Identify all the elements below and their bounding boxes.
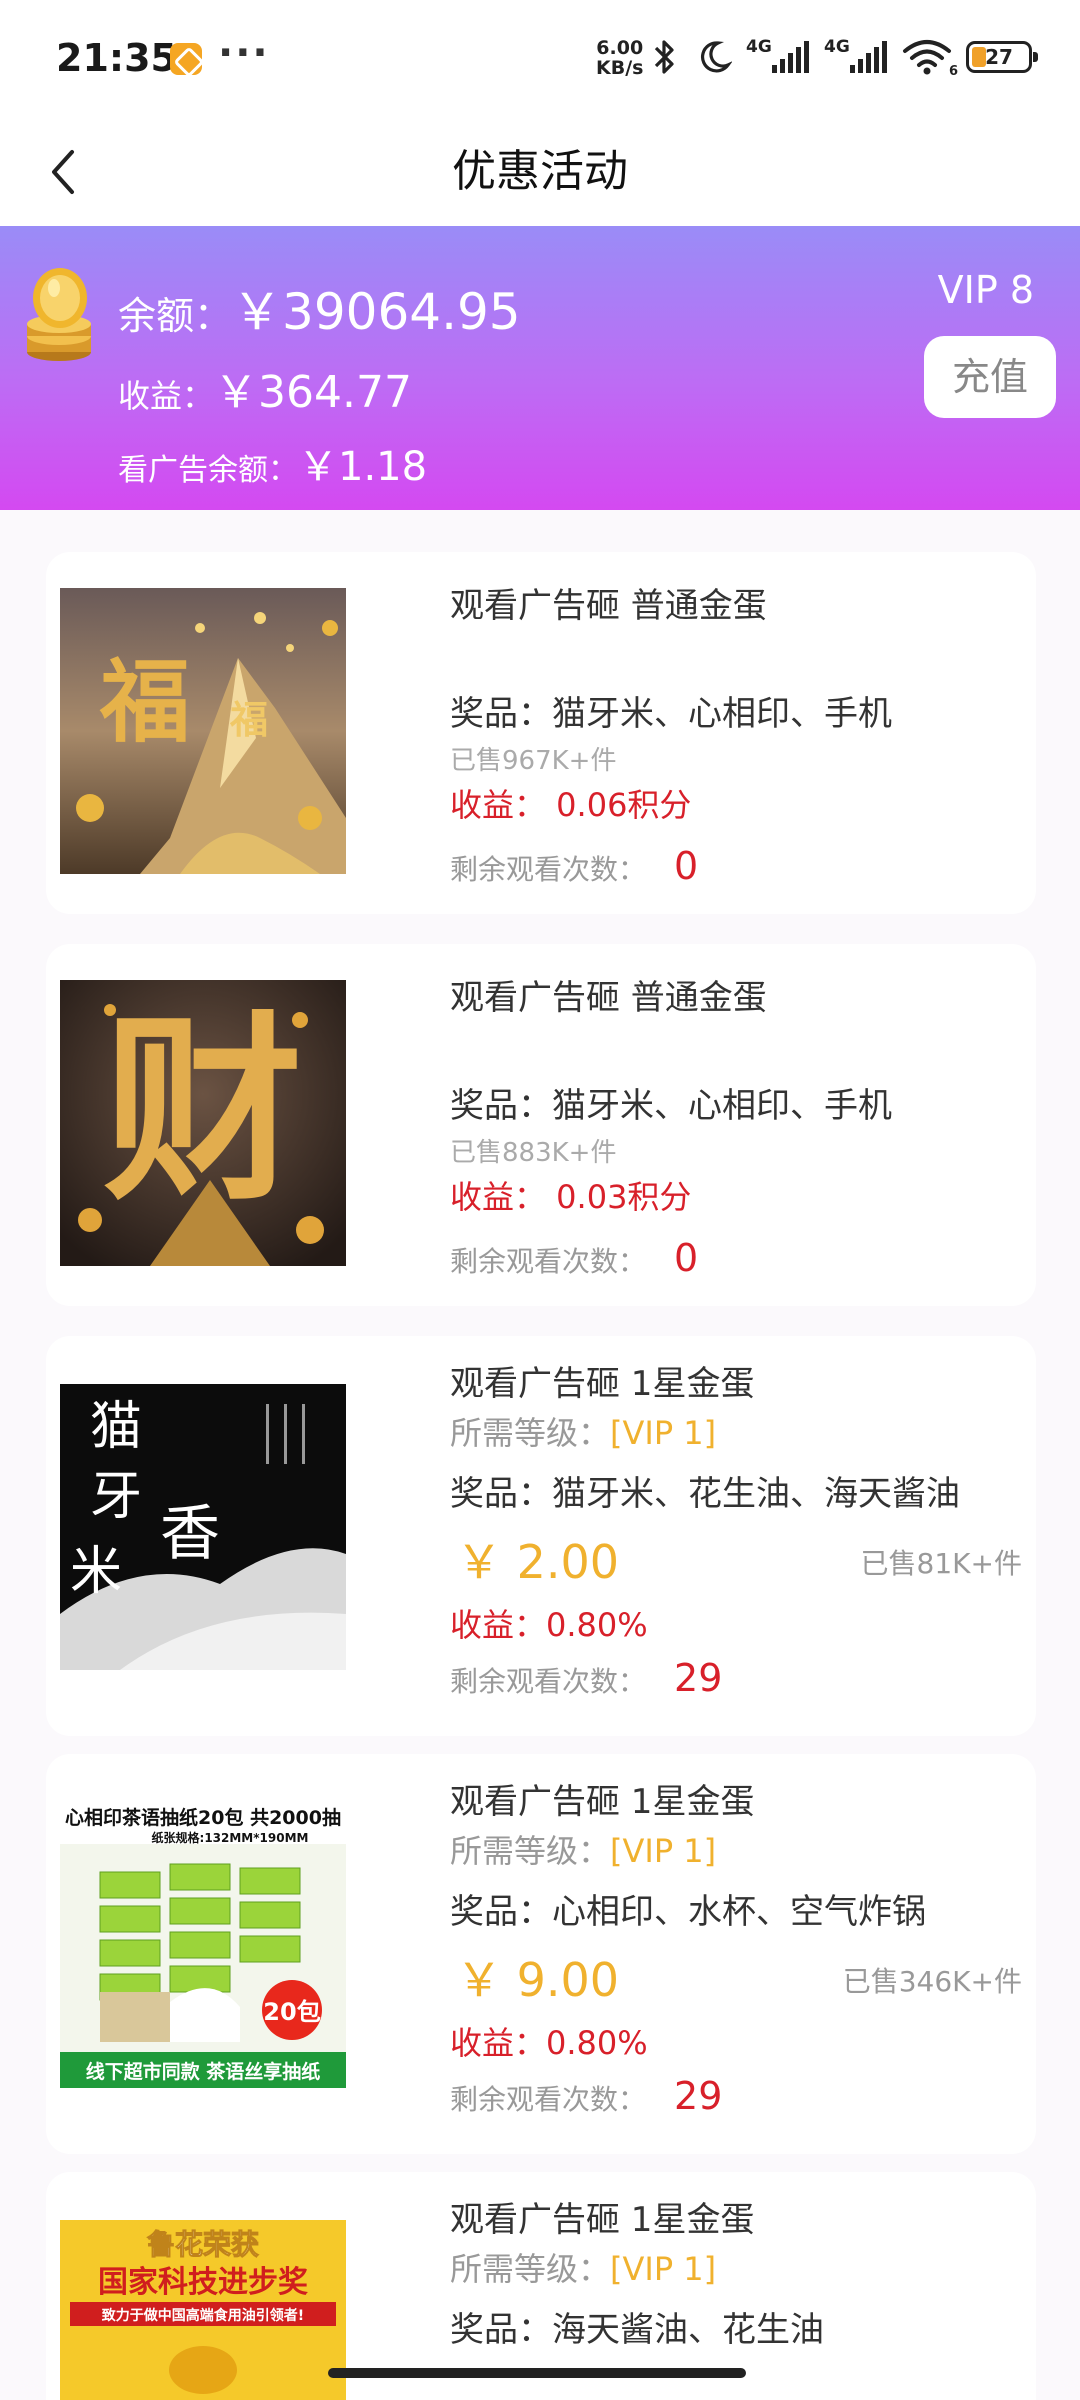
balance-row: 余额：￥39064.95 — [118, 272, 521, 344]
more-notifications-icon: ··· — [218, 30, 270, 76]
remaining-views-count: 29 — [674, 2074, 723, 2118]
status-time: 21:35 — [56, 36, 177, 80]
remaining-views-label: 剩余观看次数： — [450, 2083, 647, 2116]
signal-1-icon: 4G — [746, 37, 810, 77]
required-level: 所需等级：[VIP 1] — [450, 1408, 716, 1454]
product-card[interactable]: 福 福 观看广告砸 普通金蛋 奖品：猫牙米、心相印、手机 已售967K+件 收益… — [46, 552, 1036, 914]
gold-coins-icon — [27, 268, 91, 361]
remaining-views-label: 剩余观看次数： — [450, 853, 647, 886]
fu-character-small: 福 — [229, 697, 268, 742]
product-income: 收益： 0.03积分 — [450, 1178, 692, 1216]
product-image: 心相印茶语抽纸20包 共2000抽 纸张规格:132MM*190MM 20包 线… — [60, 1802, 346, 2088]
product-prize: 奖品：海天酱油、花生油 — [450, 2310, 824, 2350]
required-level: 所需等级：[VIP 1] — [450, 2244, 716, 2290]
battery-icon: 27 — [966, 41, 1038, 73]
ad-balance-label: 看广告余额： — [118, 453, 298, 488]
required-level-label: 所需等级： — [450, 1414, 611, 1452]
income-value: ￥364.77 — [214, 367, 412, 418]
product-image: 猫 牙 香 米 — [60, 1384, 346, 1670]
fu-character: 福 — [99, 649, 190, 755]
rice-char-1: 猫 — [90, 1397, 142, 1457]
bluetooth-icon — [654, 40, 674, 74]
product-income: 收益：0.80% — [450, 1606, 648, 1644]
tissue-footer: 线下超市同款 茶语丝享抽纸 — [86, 2060, 321, 2083]
ad-balance-value: ￥1.18 — [298, 444, 428, 490]
gesture-home-bar[interactable] — [328, 2368, 746, 2378]
required-level-label: 所需等级： — [450, 2250, 611, 2288]
product-title: 观看广告砸 普通金蛋 — [450, 586, 767, 626]
network-speed: 6.00 KB/s — [596, 38, 643, 78]
page-title: 优惠活动 — [452, 146, 628, 197]
rice-char-3: 香 — [160, 1499, 220, 1569]
nav-header: 优惠活动 — [0, 118, 1080, 226]
do-not-disturb-moon-icon — [701, 41, 732, 73]
product-title: 观看广告砸 1星金蛋 — [450, 1364, 755, 1404]
vip-level-badge: VIP 8 — [937, 268, 1034, 312]
tissue-badge: 20包 — [263, 1998, 320, 2026]
product-card[interactable]: 心相印茶语抽纸20包 共2000抽 纸张规格:132MM*190MM 20包 线… — [46, 1754, 1036, 2154]
product-title: 观看广告砸 1星金蛋 — [450, 2200, 755, 2240]
network-speed-unit: KB/s — [596, 57, 644, 79]
product-sold: 已售346K+件 — [842, 1965, 1022, 1998]
product-sold: 已售883K+件 — [450, 1138, 617, 1168]
product-image: 福 福 — [60, 588, 346, 874]
cai-character: 财 — [103, 993, 303, 1228]
balance-value: ￥39064.95 — [232, 283, 521, 341]
income-row: 收益：￥364.77 — [118, 356, 412, 420]
remaining-views: 剩余观看次数： 0 — [450, 1236, 698, 1280]
remaining-views-count: 0 — [674, 844, 699, 888]
product-income: 收益：0.80% — [450, 2024, 648, 2062]
balance-banner: 余额：￥39064.95 收益：￥364.77 看广告余额：￥1.18 VIP … — [0, 226, 1080, 510]
network-speed-value: 6.00 — [596, 37, 644, 59]
status-bar: 21:35 ··· 6.00 KB/s 4G 4G 6 27 — [0, 0, 1080, 118]
product-image: 鲁花荣获 国家科技进步奖 致力于做中国高端食用油引领者! — [60, 2220, 346, 2400]
income-label: 收益： — [118, 377, 215, 415]
product-prize: 奖品：猫牙米、心相印、手机 — [450, 694, 892, 734]
balance-label: 余额： — [118, 294, 233, 338]
required-level-label: 所需等级： — [450, 1832, 611, 1870]
oil-line-1: 鲁花荣获 — [147, 2228, 259, 2261]
remaining-views-count: 29 — [674, 1656, 723, 1700]
oil-line-2: 国家科技进步奖 — [98, 2265, 308, 2300]
product-card[interactable]: 鲁花荣获 国家科技进步奖 致力于做中国高端食用油引领者! 观看广告砸 1星金蛋 … — [46, 2172, 1036, 2400]
remaining-views: 剩余观看次数： 0 — [450, 844, 698, 888]
product-price: ￥ 2.00 — [456, 1535, 620, 1589]
remaining-views-label: 剩余观看次数： — [450, 1245, 647, 1278]
product-title: 观看广告砸 普通金蛋 — [450, 978, 767, 1018]
remaining-views-count: 0 — [674, 1236, 699, 1280]
rice-char-4: 米 — [70, 1542, 122, 1602]
remaining-views: 剩余观看次数： 29 — [450, 1656, 722, 1700]
product-sold: 已售81K+件 — [860, 1547, 1022, 1580]
product-prize: 奖品：猫牙米、心相印、手机 — [450, 1086, 892, 1126]
wifi-level: 6 — [948, 64, 958, 79]
product-prize: 奖品：心相印、水杯、空气炸锅 — [450, 1892, 926, 1932]
recharge-button[interactable]: 充值 — [924, 336, 1056, 418]
product-price: ￥ 9.00 — [456, 1953, 620, 2007]
product-sold: 已售967K+件 — [450, 746, 617, 776]
oil-line-3: 致力于做中国高端食用油引领者! — [102, 2307, 304, 2324]
required-level-value: [VIP 1] — [610, 2250, 717, 2288]
remaining-views-label: 剩余观看次数： — [450, 1665, 647, 1698]
product-card[interactable]: 财 观看广告砸 普通金蛋 奖品：猫牙米、心相印、手机 已售883K+件 收益： … — [46, 944, 1036, 1306]
tissue-spec: 纸张规格:132MM*190MM — [152, 1830, 309, 1845]
required-level-value: [VIP 1] — [610, 1832, 717, 1870]
ad-balance-row: 看广告余额：￥1.18 — [118, 434, 427, 492]
product-prize: 奖品：猫牙米、花生油、海天酱油 — [450, 1474, 960, 1514]
app-notification-icon — [170, 43, 202, 75]
battery-level: 27 — [985, 45, 1013, 69]
product-card[interactable]: 猫 牙 香 米 观看广告砸 1星金蛋 所需等级：[VIP 1] 奖品：猫牙米、花… — [46, 1336, 1036, 1736]
signal-2-icon: 4G — [824, 37, 888, 77]
product-image: 财 — [60, 980, 346, 1266]
required-level: 所需等级：[VIP 1] — [450, 1826, 716, 1872]
wifi-icon: 6 — [902, 37, 958, 79]
required-level-value: [VIP 1] — [610, 1414, 717, 1452]
remaining-views: 剩余观看次数： 29 — [450, 2074, 722, 2118]
product-income: 收益： 0.06积分 — [450, 786, 692, 824]
tissue-header: 心相印茶语抽纸20包 共2000抽 — [65, 1806, 341, 1829]
rice-char-2: 牙 — [90, 1467, 142, 1527]
product-title: 观看广告砸 1星金蛋 — [450, 1782, 755, 1822]
